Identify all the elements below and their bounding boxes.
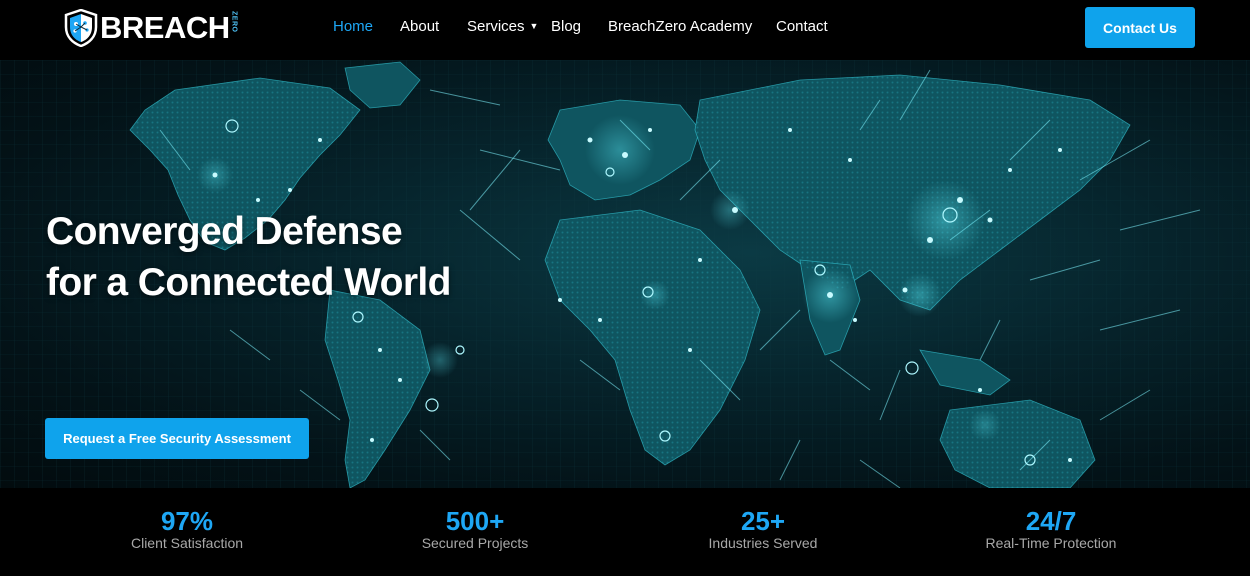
stat-item: 500+ Secured Projects [375, 506, 575, 552]
nav-services-label: Services [467, 18, 525, 35]
nav-academy[interactable]: BreachZero Academy [608, 18, 752, 35]
stat-label: Client Satisfaction [130, 535, 244, 551]
nav-contact[interactable]: Contact [776, 18, 828, 35]
nav-about[interactable]: About [400, 18, 439, 35]
stat-item: 24/7 Real-Time Protection [951, 506, 1151, 552]
stat-label: Industries Served [708, 535, 818, 551]
chevron-down-icon: ▼ [529, 21, 539, 31]
nav-blog[interactable]: Blog [551, 18, 581, 35]
request-assessment-button[interactable]: Request a Free Security Assessment [45, 418, 309, 459]
stat-value: 25+ [740, 506, 786, 536]
brand-logo[interactable]: BREACH ZERO [64, 8, 238, 48]
stat-label: Secured Projects [421, 535, 529, 551]
stat-item: 97% Client Satisfaction [87, 506, 287, 552]
stat-value: 500+ [445, 506, 505, 536]
stat-label: Real-Time Protection [985, 535, 1117, 551]
stat-value: 97% [160, 506, 214, 536]
hero-section: Converged Defense for a Connected World … [0, 60, 1250, 488]
hero-headline: Converged Defense for a Connected World [46, 206, 451, 308]
hero-headline-line2: for a Connected World [46, 261, 451, 304]
hero-headline-line1: Converged Defense [46, 210, 403, 253]
nav-home[interactable]: Home [333, 18, 373, 35]
brand-name: BREACH [100, 10, 230, 45]
shield-brain-icon [64, 9, 98, 47]
stats-bar: 97% Client Satisfaction 500+ Secured Pro… [0, 488, 1250, 576]
stat-item: 25+ Industries Served [663, 506, 863, 552]
stat-value: 24/7 [1025, 506, 1077, 536]
top-navigation: BREACH ZERO Home About Services ▼ Blog Br… [0, 0, 1250, 60]
brand-subtitle: ZERO [230, 11, 238, 33]
nav-services[interactable]: Services ▼ [467, 18, 538, 35]
contact-us-button[interactable]: Contact Us [1085, 7, 1195, 48]
